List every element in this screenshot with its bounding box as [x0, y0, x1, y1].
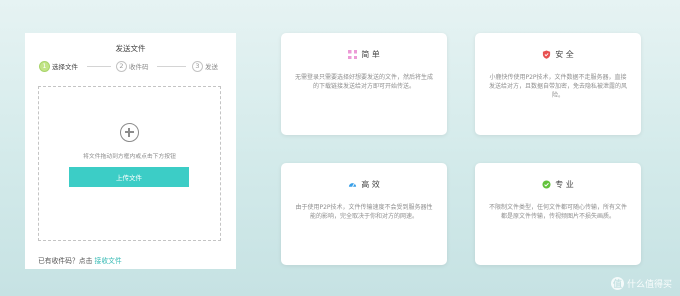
receive-prompt-line: 已有收件码？点击 接收文件 — [38, 255, 122, 265]
card-title: 高 效 — [361, 180, 380, 189]
receive-prompt: 已有收件码？点击 — [38, 257, 93, 265]
step-receive-code: 2 收件码 — [116, 59, 149, 73]
send-file-panel: 发送文件 1 选择文件 2 收件码 3 发送 将文件拖动到方框内或点击下方按钮 … — [25, 33, 236, 269]
receive-file-link[interactable]: 接收文件 — [95, 257, 122, 265]
step-indicator: 1 选择文件 2 收件码 3 发送 — [39, 59, 235, 73]
card-title: 安 全 — [555, 50, 574, 59]
card-description: 由于使用P2P技术，文件传输速度不会受到服务器性能的影响，完全取决于你和对方的网… — [295, 204, 433, 220]
step-label: 发送 — [205, 63, 218, 71]
upload-file-button[interactable]: 上传文件 — [69, 167, 189, 187]
watermark-text: 什么值得买 — [626, 280, 672, 290]
card-title: 专 业 — [555, 180, 574, 189]
step-connector — [157, 66, 186, 67]
card-description: 无需登录只需要选择好想要发送的文件，然后将生成的下载链接发送给对方即可开始传送。 — [295, 74, 434, 90]
check-circle-icon — [542, 180, 551, 189]
card-header: 高 效 — [281, 179, 447, 190]
drop-hint: 将文件拖动到方框内或点击下方按钮 — [83, 154, 176, 160]
step-label: 选择文件 — [52, 63, 78, 71]
file-drop-zone[interactable]: 将文件拖动到方框内或点击下方按钮 上传文件 — [38, 86, 221, 241]
grid-icon — [348, 50, 358, 59]
card-header: 安 全 — [475, 49, 641, 60]
step-connector — [87, 66, 111, 67]
card-title: 简 单 — [361, 50, 380, 59]
card-description: 小鹿快传使用P2P技术，文件数据不走服务器，直接发送给对方，且数据自带加密，免去… — [489, 74, 628, 99]
step-number: 3 — [192, 60, 203, 72]
step-number: 2 — [116, 60, 127, 72]
card-header: 简 单 — [281, 49, 447, 60]
feature-card-secure: 安 全 小鹿快传使用P2P技术，文件数据不走服务器，直接发送给对方，且数据自带加… — [475, 33, 641, 135]
step-number: 1 — [39, 60, 50, 72]
feature-card-simple: 简 单 无需登录只需要选择好想要发送的文件，然后将生成的下载链接发送给对方即可开… — [281, 33, 447, 135]
step-label: 收件码 — [129, 63, 149, 71]
shield-icon — [543, 50, 551, 59]
panel-title: 发送文件 — [115, 44, 146, 53]
plus-circle-icon[interactable] — [120, 123, 139, 142]
step-send: 3 发送 — [192, 59, 218, 73]
card-description: 不限制文件类型，任何文件都可随心传输，所有文件都是原文件传输，传视频图片不损失画… — [489, 204, 628, 220]
feature-card-efficient: 高 效 由于使用P2P技术，文件传输速度不会受到服务器性能的影响，完全取决于你和… — [281, 163, 447, 265]
watermark: 值 什么值得买 — [610, 277, 672, 290]
watermark-logo: 值 — [610, 277, 624, 290]
card-header: 专 业 — [475, 179, 641, 190]
feature-card-professional: 专 业 不限制文件类型，任何文件都可随心传输，所有文件都是原文件传输，传视频图片… — [475, 163, 641, 265]
speed-gauge-icon — [349, 183, 357, 187]
step-select-file: 1 选择文件 — [39, 59, 78, 73]
